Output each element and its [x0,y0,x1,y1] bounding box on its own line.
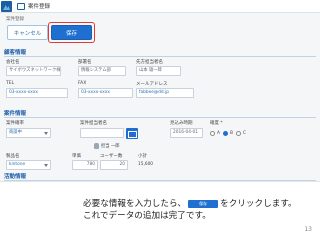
cancel-button[interactable]: キャンセル [7,25,48,40]
dept-label: 部署名 [78,60,92,65]
contact-field[interactable]: 山本 雄一郎 [136,66,181,76]
instruction-line-2: これでデータの追加は完了です。 [83,211,211,221]
mail-field[interactable]: fabbee@dd.jp [136,88,194,98]
product-label: 製品名 [6,154,20,159]
users-label: ユーザー数 [100,154,123,159]
section-divider [4,117,316,118]
caption-text-before: 必要な情報を入力したら、 [83,199,187,209]
date-label: 見込み時期 [170,121,193,126]
app-logo-icon[interactable] [1,1,12,12]
app-list-icon [17,3,25,10]
date-field[interactable]: 2016-04-01 [170,128,203,138]
radio-a[interactable] [210,131,215,136]
price-field[interactable]: 780 [72,160,98,170]
radio-c[interactable] [236,131,241,136]
owner-field[interactable] [80,128,124,138]
owner-chip[interactable]: 担当 一郎 [101,143,120,149]
contact-label: 先方担当者名 [136,60,163,65]
fax-label: FAX [78,81,87,86]
price-label: 単価 [72,154,81,159]
caption-text-after: をクリックします。 [220,199,297,209]
page-title: 案件登録 [28,4,51,10]
subtotal-label: 小計 [138,154,147,159]
tel-label: TEL [6,81,15,86]
dept-field[interactable]: 情報システム部 [78,66,126,76]
save-button[interactable]: 保存 [51,25,92,40]
section-divider [4,56,316,57]
chevron-down-icon [44,132,48,135]
radio-c-label: C [243,131,247,136]
radio-a-label: A [217,131,220,136]
section-divider [4,180,316,181]
section-title-activity: 活動情報 [4,174,27,180]
section-title-project: 案件情報 [4,111,27,117]
owner-label: 案件担当者名 [80,121,107,126]
page-number: 13 [304,226,312,233]
record-label: 案件登録 [6,17,24,22]
user-picker-button[interactable] [126,128,138,139]
subtotal-value: 15,600 [138,162,154,167]
section-title-customer: 顧客情報 [4,50,27,56]
person-icon [94,143,99,149]
company-field[interactable]: サイボウズネットワーク株式会社 [6,66,61,76]
company-label: 会社名 [6,60,20,65]
chevron-down-icon [44,164,48,167]
inline-save-button-image: 保存 [188,199,219,208]
fax-field[interactable]: 03-xxxx-xxxx [78,88,133,98]
app-screenshot: 案件登録 案件登録 キャンセル 保存 顧客情報 会社名 サイボウズネットワーク株… [0,0,320,182]
mail-label: メールアドレス [136,82,168,87]
instruction-line-1: 必要な情報を入力したら、 保存 をクリックします。 [83,199,313,210]
app-header: 案件登録 [0,0,320,13]
status-label: 案件確率 [6,121,24,126]
radio-b[interactable] [223,131,228,136]
users-field[interactable]: 20 [100,160,128,170]
tel-field[interactable]: 03-xxxx-xxxx [6,88,68,98]
radio-b-label: B [230,131,233,136]
probability-label: 確度 * [210,121,223,126]
